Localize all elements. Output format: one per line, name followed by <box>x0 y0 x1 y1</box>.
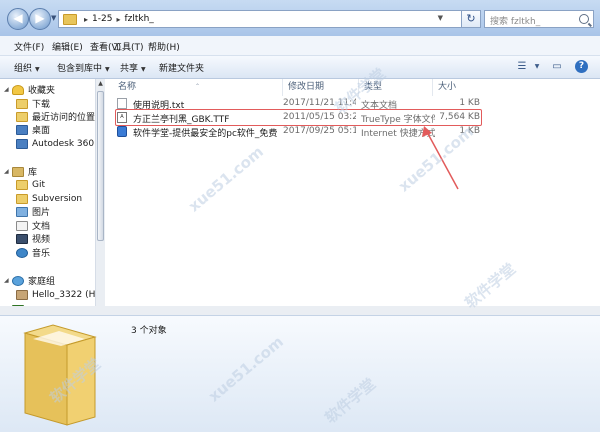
nav-item-autodesk360[interactable]: Autodesk 360 <box>16 137 94 150</box>
chevron-right-icon[interactable]: ▸ <box>84 15 88 24</box>
nav-item-pictures[interactable]: 图片 <box>16 205 50 218</box>
navigation-pane: ◢ 收藏夹 下载 最近访问的位置 桌面 Autodesk 360 ◢ 库 Git… <box>0 79 106 315</box>
menu-bar: 文件(F) 编辑(E) 查看(V) 工具(T) 帮助(H) <box>0 36 600 56</box>
nav-label: 最近访问的位置 <box>32 113 96 123</box>
nav-item-subversion[interactable]: Subversion <box>16 192 82 205</box>
annotation-arrow <box>422 126 459 190</box>
file-list: ⌃ 名称 修改日期 类型 大小 使用说明.txt 2017/11/21 11:4… <box>105 79 600 314</box>
menu-help[interactable]: 帮助(H) <box>148 40 180 53</box>
share-label: 共享 <box>120 64 139 74</box>
back-arrow-icon: ◀ <box>13 11 23 25</box>
nav-label: 图片 <box>32 208 51 218</box>
refresh-icon: ↻ <box>466 12 476 25</box>
downloads-folder-icon <box>16 98 28 109</box>
address-bar[interactable]: ▸ 1-25 ▸ fzltkh_ ▼ <box>58 10 462 28</box>
nav-item-git[interactable]: Git <box>16 178 45 191</box>
expand-arrow-icon[interactable]: ◢ <box>4 86 12 93</box>
chevron-down-icon: ▼ <box>105 66 110 73</box>
command-bar: 组织 ▼ 包含到库中 ▼ 共享 ▼ 新建文件夹 ☰ ▼ ▭ ? <box>0 56 600 79</box>
menu-file[interactable]: 文件(F) <box>14 40 44 53</box>
nav-favorites[interactable]: ◢ 收藏夹 <box>0 83 55 96</box>
nav-item-documents[interactable]: 文档 <box>16 219 50 232</box>
nav-label: 音乐 <box>32 249 51 259</box>
music-icon <box>16 247 28 258</box>
forward-button[interactable]: ▶ <box>29 8 51 30</box>
view-options-icon[interactable]: ☰ <box>515 60 529 73</box>
title-bar: ◀ ▶ ▼ ▸ 1-25 ▸ fzltkh_ ▼ ↻ 搜索 fzltkh_ <box>0 0 600 36</box>
new-folder-button[interactable]: 新建文件夹 <box>159 61 204 74</box>
nav-item-downloads[interactable]: 下载 <box>16 97 50 110</box>
nav-label: 家庭组 <box>28 277 56 287</box>
organize-label: 组织 <box>14 64 33 74</box>
pictures-icon <box>16 206 28 217</box>
nav-label: 收藏夹 <box>28 86 56 96</box>
desktop-icon <box>16 124 28 135</box>
recent-places-icon <box>16 111 28 122</box>
nav-label: 文档 <box>32 222 51 232</box>
nav-label: 下载 <box>32 100 51 110</box>
user-icon <box>16 289 28 300</box>
search-icon <box>579 14 589 24</box>
folder-icon <box>63 13 77 25</box>
chevron-down-icon: ▼ <box>141 66 146 73</box>
chevron-right-icon[interactable]: ▸ <box>116 15 120 24</box>
nav-label: Subversion <box>32 193 83 204</box>
documents-icon <box>16 220 28 231</box>
horizontal-scrollbar[interactable] <box>0 306 600 315</box>
nav-item-desktop[interactable]: 桌面 <box>16 123 50 136</box>
nav-libraries[interactable]: ◢ 库 <box>0 165 37 178</box>
forward-arrow-icon: ▶ <box>35 11 45 25</box>
nav-label: 库 <box>28 168 38 178</box>
nav-item-music[interactable]: 音乐 <box>16 246 50 259</box>
include-library-label: 包含到库中 <box>57 64 103 74</box>
expand-arrow-icon[interactable]: ◢ <box>4 277 12 284</box>
nav-item-videos[interactable]: 视频 <box>16 232 50 245</box>
search-placeholder: 搜索 fzltkh_ <box>490 17 541 27</box>
nav-scrollbar[interactable]: ▲ ▼ <box>95 79 105 314</box>
nav-homegroup[interactable]: ◢ 家庭组 <box>0 274 55 287</box>
nav-label: Autodesk 360 <box>32 138 95 149</box>
scroll-up-icon[interactable]: ▲ <box>96 79 105 88</box>
share-button[interactable]: 共享 ▼ <box>120 61 146 74</box>
git-folder-icon <box>16 179 28 190</box>
star-icon <box>12 84 24 95</box>
nav-item-hello-3322[interactable]: Hello_3322 (HEL <box>16 288 106 301</box>
breadcrumb-segment[interactable]: 1-25 <box>92 14 112 24</box>
organize-button[interactable]: 组织 ▼ <box>14 61 40 74</box>
subversion-folder-icon <box>16 193 28 204</box>
menu-edit[interactable]: 编辑(E) <box>52 40 83 53</box>
expand-arrow-icon[interactable]: ◢ <box>4 168 12 175</box>
search-input[interactable]: 搜索 fzltkh_ <box>484 10 594 28</box>
chevron-down-icon[interactable]: ▼ <box>530 60 544 73</box>
preview-pane-icon[interactable]: ▭ <box>550 60 564 73</box>
scrollbar-thumb[interactable] <box>97 91 104 241</box>
recent-pages-dropdown-icon[interactable]: ▼ <box>51 14 56 22</box>
back-button[interactable]: ◀ <box>7 8 29 30</box>
nav-label: Git <box>32 179 46 190</box>
nav-label: 桌面 <box>32 126 51 136</box>
refresh-button[interactable]: ↻ <box>462 10 481 28</box>
breadcrumb-segment[interactable]: fzltkh_ <box>124 14 153 24</box>
item-count: 3 个对象 <box>131 326 167 336</box>
help-icon[interactable]: ? <box>575 60 588 73</box>
chevron-down-icon: ▼ <box>35 66 40 73</box>
videos-icon <box>16 233 28 244</box>
homegroup-icon <box>12 275 24 286</box>
nav-item-recent[interactable]: 最近访问的位置 <box>16 110 95 123</box>
nav-label: 视频 <box>32 235 51 245</box>
autodesk-360-icon <box>16 138 28 149</box>
menu-tools[interactable]: 工具(T) <box>113 40 144 53</box>
include-in-library-button[interactable]: 包含到库中 ▼ <box>57 61 110 74</box>
library-icon <box>12 166 24 177</box>
address-dropdown-icon[interactable]: ▼ <box>438 14 443 22</box>
